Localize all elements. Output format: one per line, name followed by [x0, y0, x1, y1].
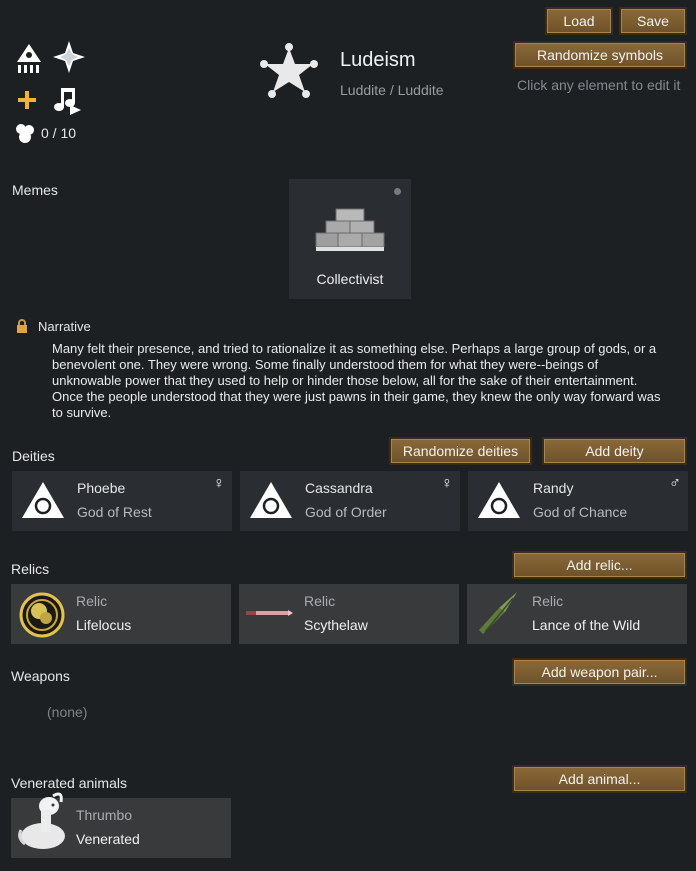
deity-triangle-icon [476, 480, 522, 523]
lifelocus-icon [18, 591, 66, 639]
female-icon: ♀ [441, 475, 453, 492]
deity-title: God of Order [305, 504, 387, 520]
animal-card[interactable]: Thrumbo Venerated [11, 792, 231, 858]
lock-icon [16, 319, 28, 333]
relics-label: Relics [11, 561, 50, 577]
scythe-icon [244, 606, 294, 620]
memes-label: Memes [12, 182, 58, 198]
add-relic-button[interactable]: Add relic... [512, 551, 687, 579]
bricks-icon [314, 207, 386, 255]
relic-card[interactable]: Relic Lifelocus [11, 584, 231, 644]
relic-name: Lance of the Wild [532, 617, 641, 633]
female-icon: ♀ [213, 475, 225, 492]
deity-name: Cassandra [305, 480, 373, 496]
animal-status: Venerated [76, 831, 140, 847]
relic-kind: Relic [304, 593, 336, 609]
load-button[interactable]: Load [545, 7, 613, 35]
plus-icon[interactable] [16, 89, 38, 111]
people-count-icon [14, 122, 36, 144]
relic-kind: Relic [532, 593, 564, 609]
relic-kind: Relic [76, 593, 108, 609]
edit-hint: Click any element to edit it [517, 77, 681, 93]
weapons-label: Weapons [11, 668, 70, 684]
deity-triangle-icon [20, 480, 66, 523]
add-weapon-pair-button[interactable]: Add weapon pair... [512, 658, 687, 686]
animal-name: Thrumbo [76, 807, 133, 823]
narrative-text[interactable]: Many felt their presence, and tried to r… [52, 341, 662, 421]
relic-name: Scythelaw [304, 617, 368, 633]
music-note-icon[interactable] [52, 85, 82, 115]
deity-triangle-icon [248, 480, 294, 523]
ideo-name[interactable]: Ludeism [340, 49, 416, 72]
deity-card[interactable]: Cassandra God of Order ♀ [240, 471, 460, 531]
lance-icon [475, 590, 521, 638]
save-button[interactable]: Save [619, 7, 687, 35]
population-counter: 0 / 10 [41, 125, 77, 141]
deity-title: God of Rest [77, 504, 152, 520]
thrumbo-icon [13, 786, 69, 852]
meme-card[interactable]: Collectivist [289, 179, 411, 299]
star-diamond-icon[interactable] [52, 40, 86, 74]
randomize-deities-button[interactable]: Randomize deities [389, 437, 532, 465]
ideo-adjective[interactable]: Luddite / Luddite [340, 82, 444, 98]
male-icon: ♂ [669, 475, 681, 492]
randomize-symbols-button[interactable]: Randomize symbols [513, 41, 687, 69]
status-dot [394, 188, 401, 195]
meme-name: Collectivist [316, 271, 384, 287]
relic-card[interactable]: Relic Scythelaw [239, 584, 459, 644]
relic-card[interactable]: Relic Lance of the Wild [467, 584, 687, 644]
add-animal-button[interactable]: Add animal... [512, 765, 687, 793]
relic-name: Lifelocus [76, 617, 132, 633]
deity-name: Randy [533, 480, 574, 496]
deity-card[interactable]: Randy God of Chance ♂ [468, 471, 688, 531]
narrative-label: Narrative [38, 319, 91, 334]
deities-label: Deities [12, 448, 55, 464]
add-deity-button[interactable]: Add deity [542, 437, 687, 465]
deity-title: God of Chance [533, 504, 628, 520]
eye-pyramid-icon[interactable] [15, 42, 43, 74]
deity-name: Phoebe [77, 480, 126, 496]
deity-card[interactable]: Phoebe God of Rest ♀ [12, 471, 232, 531]
weapons-empty: (none) [47, 704, 88, 720]
sheriff-star-icon[interactable] [257, 42, 321, 106]
